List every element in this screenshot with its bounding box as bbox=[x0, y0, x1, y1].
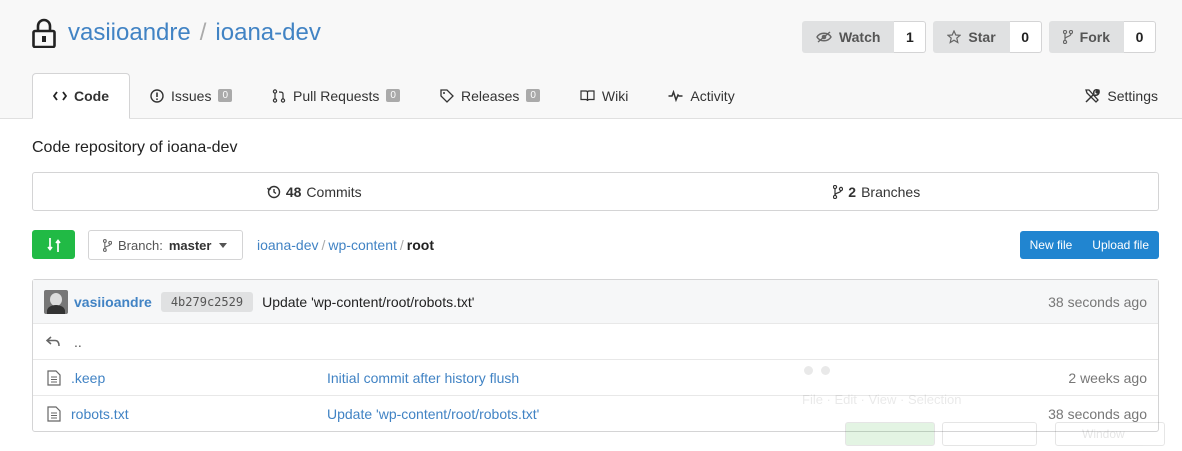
tab-issues[interactable]: Issues 0 bbox=[130, 73, 252, 118]
star-label: Star bbox=[968, 29, 996, 45]
latest-commit-row: vasiioandre 4b279c2529 Update 'wp-conten… bbox=[33, 280, 1158, 323]
watch-group: Watch 1 bbox=[801, 21, 927, 53]
table-row: robots.txt Update 'wp-content/root/robot… bbox=[33, 395, 1158, 431]
releases-count-badge: 0 bbox=[526, 89, 540, 102]
repo-stats-bar: 48 Commits 2 Branches bbox=[32, 172, 1159, 211]
repo-tabs: Code Issues 0 Pull Requests 0 Releases 0… bbox=[32, 73, 1158, 119]
breadcrumb-repo[interactable]: ioana-dev bbox=[257, 237, 319, 253]
tools-icon bbox=[1085, 88, 1101, 103]
tab-activity-label: Activity bbox=[690, 87, 735, 104]
breadcrumb-current: root bbox=[406, 237, 434, 253]
file-commit-link[interactable]: Update 'wp-content/root/robots.txt' bbox=[327, 406, 539, 422]
watch-label: Watch bbox=[838, 29, 881, 45]
code-icon bbox=[53, 91, 67, 101]
file-text-icon bbox=[47, 405, 61, 422]
caret-down-icon bbox=[219, 242, 228, 248]
file-time: 38 seconds ago bbox=[1048, 405, 1147, 422]
star-group: Star 0 bbox=[933, 21, 1042, 53]
tab-pull-requests-label: Pull Requests bbox=[293, 87, 380, 104]
lock-icon bbox=[32, 18, 56, 48]
tab-issues-label: Issues bbox=[171, 87, 212, 104]
breadcrumb-divider: / bbox=[321, 237, 326, 253]
breadcrumb-divider: / bbox=[399, 237, 404, 253]
commits-label: Commits bbox=[306, 183, 362, 200]
branch-name: master bbox=[168, 237, 212, 253]
branches-stat-link[interactable]: 2 Branches bbox=[596, 173, 1159, 210]
table-row: .keep Initial commit after history flush… bbox=[33, 359, 1158, 395]
repo-owner-link[interactable]: vasiioandre bbox=[68, 19, 191, 47]
watch-button[interactable]: Watch bbox=[801, 21, 895, 53]
repo-header: vasiioandre / ioana-dev Watch 1 Star 0 F… bbox=[0, 0, 1182, 119]
tab-wiki-label: Wiki bbox=[601, 87, 629, 104]
branch-dropdown[interactable]: Branch: master bbox=[88, 230, 243, 260]
repo-title: vasiioandre / ioana-dev bbox=[32, 18, 321, 48]
fork-icon bbox=[1062, 30, 1073, 44]
issues-count-badge: 0 bbox=[218, 89, 233, 102]
commit-sha-button[interactable]: 4b279c2529 bbox=[160, 291, 254, 312]
tab-pull-requests[interactable]: Pull Requests 0 bbox=[252, 73, 420, 118]
star-icon bbox=[947, 30, 962, 44]
tab-code-label: Code bbox=[74, 88, 109, 104]
avatar[interactable] bbox=[44, 289, 68, 314]
tab-code[interactable]: Code bbox=[32, 73, 130, 119]
file-table: vasiioandre 4b279c2529 Update 'wp-conten… bbox=[32, 279, 1159, 432]
repo-name-link[interactable]: ioana-dev bbox=[215, 19, 320, 47]
eye-slash-icon bbox=[816, 31, 832, 43]
parent-dir-link[interactable]: .. bbox=[74, 334, 82, 350]
branch-prefix: Branch: bbox=[118, 237, 163, 253]
tab-releases-label: Releases bbox=[460, 87, 520, 104]
repo-separator: / bbox=[199, 19, 207, 46]
tab-activity[interactable]: Activity bbox=[648, 73, 754, 118]
file-action-buttons: New file Upload file bbox=[1019, 231, 1159, 259]
file-text-icon bbox=[47, 369, 61, 386]
tag-icon bbox=[440, 88, 454, 103]
tab-wiki[interactable]: Wiki bbox=[560, 73, 648, 118]
commits-count: 48 bbox=[285, 183, 302, 200]
file-toolbar: Branch: master ioana-dev / wp-content / root… bbox=[32, 230, 1159, 260]
compare-arrows-icon bbox=[46, 237, 61, 252]
commit-time: 38 seconds ago bbox=[1048, 293, 1147, 310]
file-commit-link[interactable]: Initial commit after history flush bbox=[327, 370, 519, 386]
watch-count[interactable]: 1 bbox=[894, 21, 927, 53]
branch-icon bbox=[833, 184, 844, 199]
commit-message: Update 'wp-content/root/robots.txt' bbox=[262, 293, 475, 310]
repo-description: Code repository of ioana-dev bbox=[32, 139, 238, 156]
parent-dir-row[interactable]: .. bbox=[33, 323, 1158, 359]
branch-icon bbox=[103, 238, 112, 252]
commits-stat-link[interactable]: 48 Commits bbox=[33, 173, 596, 210]
file-time: 2 weeks ago bbox=[1068, 369, 1147, 386]
star-count[interactable]: 0 bbox=[1009, 21, 1042, 53]
pulls-count-badge: 0 bbox=[386, 89, 400, 102]
book-icon bbox=[580, 89, 595, 101]
repo-actions: Watch 1 Star 0 Fork 0 bbox=[801, 21, 1156, 53]
fork-group: Fork 0 bbox=[1048, 21, 1156, 53]
star-button[interactable]: Star bbox=[933, 21, 1010, 53]
tab-settings[interactable]: Settings bbox=[1064, 73, 1158, 118]
fork-count[interactable]: 0 bbox=[1124, 21, 1156, 53]
breadcrumb: ioana-dev / wp-content / root bbox=[257, 237, 434, 253]
commit-author-link[interactable]: vasiioandre bbox=[74, 294, 152, 310]
reply-arrow-icon bbox=[46, 336, 60, 347]
branches-label: Branches bbox=[861, 183, 921, 200]
upload-file-button[interactable]: Upload file bbox=[1082, 231, 1159, 259]
pull-request-icon bbox=[272, 88, 286, 103]
pulse-icon bbox=[668, 89, 683, 102]
history-icon bbox=[266, 185, 281, 198]
file-name-link[interactable]: .keep bbox=[71, 370, 105, 386]
issue-icon bbox=[150, 88, 164, 103]
compare-button[interactable] bbox=[32, 230, 75, 259]
file-name-link[interactable]: robots.txt bbox=[71, 406, 129, 422]
fork-label: Fork bbox=[1079, 29, 1110, 45]
fork-button[interactable]: Fork bbox=[1048, 21, 1124, 53]
branches-count: 2 bbox=[848, 183, 857, 200]
tab-settings-label: Settings bbox=[1107, 87, 1158, 104]
breadcrumb-folder[interactable]: wp-content bbox=[328, 237, 396, 253]
new-file-button[interactable]: New file bbox=[1020, 231, 1083, 259]
tab-releases[interactable]: Releases 0 bbox=[420, 73, 560, 118]
